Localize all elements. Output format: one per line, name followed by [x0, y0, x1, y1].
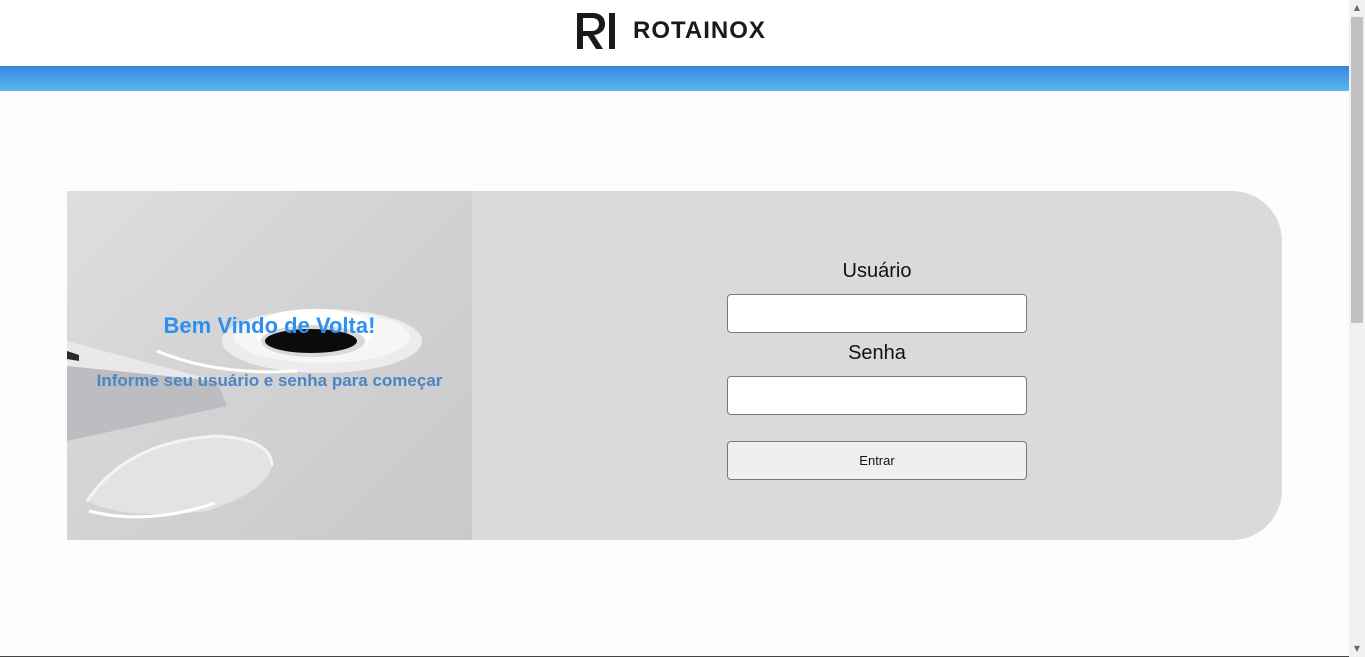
welcome-subtitle: Informe seu usuário e senha para começar: [96, 371, 443, 390]
login-form: Usuário Senha Entrar: [472, 191, 1282, 540]
page: ROTAINOX Bem Vindo de Volta! Informe seu…: [0, 0, 1349, 657]
login-button[interactable]: Entrar: [727, 441, 1027, 480]
scroll-up-arrow-icon[interactable]: ▲: [1349, 0, 1365, 16]
password-input[interactable]: [727, 376, 1027, 415]
username-input[interactable]: [727, 294, 1027, 333]
header-accent-bar: [0, 66, 1349, 91]
logo[interactable]: ROTAINOX: [575, 10, 766, 52]
desk-background-image: [67, 309, 422, 519]
logo-mark-icon: [577, 13, 615, 49]
username-label: Usuário: [842, 260, 912, 282]
site-header: ROTAINOX: [0, 0, 1349, 66]
welcome-heading: Bem Vindo de Volta!: [163, 313, 376, 338]
logo-text: ROTAINOX: [633, 17, 766, 44]
scroll-down-arrow-icon[interactable]: ▼: [1349, 641, 1365, 657]
password-label: Senha: [848, 342, 906, 364]
scrollbar-thumb[interactable]: [1351, 17, 1363, 323]
vertical-scrollbar[interactable]: ▲ ▼: [1349, 0, 1365, 657]
hero-panel: Bem Vindo de Volta! Informe seu usuário …: [67, 191, 472, 540]
login-card: Bem Vindo de Volta! Informe seu usuário …: [67, 191, 1282, 540]
